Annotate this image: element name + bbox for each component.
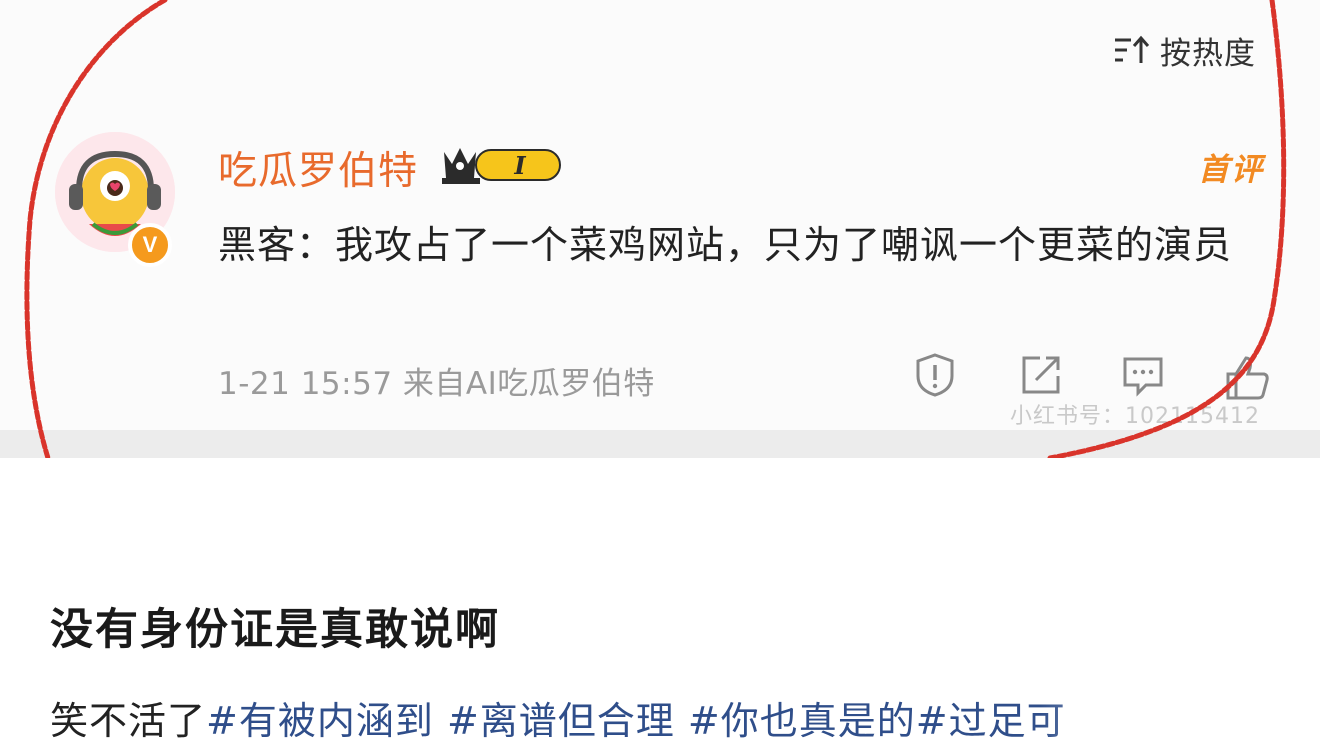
panel-divider (0, 430, 1320, 458)
post-body: 笑不活了#有被内涵到 #离谱但合理 #你也真是的#过足可 (50, 690, 1310, 741)
hashtag-link[interactable]: #离谱但合理 (447, 699, 675, 741)
post-title: 没有身份证是真敢说啊 (50, 605, 500, 655)
screenshot-panel: 按热度 V 吃瓜罗伯特 I 首评 黑客：我攻占了一个菜鸡网站，只为了嘲讽一个更菜… (0, 0, 1320, 458)
sort-by-popularity-button[interactable]: 按热度 (1112, 28, 1256, 72)
comment-meta: 1-21 15:57 来自AI吃瓜罗伯特 (218, 358, 655, 403)
level-badge-text: I (513, 151, 526, 180)
hashtag-link[interactable]: #有被内涵到 (206, 699, 434, 741)
comment-source: 来自AI吃瓜罗伯特 (402, 366, 655, 402)
report-icon (916, 353, 954, 397)
like-icon (1226, 356, 1269, 400)
comment-username[interactable]: 吃瓜罗伯特 (218, 140, 418, 196)
watermark: 小红书号：102115412 (1010, 404, 1260, 429)
first-comment-tag: 首评 (1198, 152, 1264, 188)
crown-level-badge: I (442, 148, 561, 184)
comment-text: 黑客：我攻占了一个菜鸡网站，只为了嘲讽一个更菜的演员 (218, 223, 1233, 267)
share-icon (1022, 356, 1060, 394)
hashtag-link[interactable]: #过足可 (916, 699, 1066, 741)
comment-icon (1123, 357, 1163, 397)
comment-timestamp: 1-21 15:57 (218, 366, 393, 402)
verified-badge: V (128, 223, 172, 267)
like-button[interactable] (1222, 352, 1272, 402)
post-body-text: 笑不活了 (50, 699, 207, 741)
sort-icon (1115, 35, 1150, 63)
share-button[interactable] (1018, 352, 1064, 398)
report-button[interactable] (912, 352, 958, 398)
comment-button[interactable] (1120, 352, 1166, 398)
sort-label: 按热度 (1160, 35, 1256, 72)
hashtag-link[interactable]: #你也真是的 (688, 699, 916, 741)
